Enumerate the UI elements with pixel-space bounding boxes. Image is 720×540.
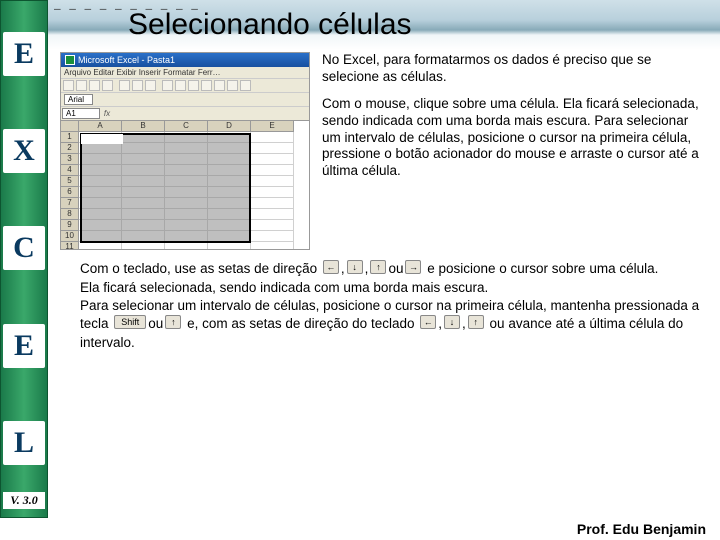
arrow-right-icon: → [405, 260, 421, 274]
row-header: 4 [61, 165, 79, 176]
tool-icon [175, 80, 186, 91]
arrow-keys-group-2: ←, ↓, ↑ [420, 315, 484, 333]
sidebar-letter-e2: E [3, 324, 45, 368]
ou-text: ou [148, 315, 163, 333]
excel-format-toolbar: Arial [61, 93, 309, 107]
tool-icon [227, 80, 238, 91]
shift-key-icon: Shift [114, 315, 146, 329]
footer-credit: Prof. Edu Benjamin [577, 521, 706, 537]
sidebar-letter-c: C [3, 226, 45, 270]
body-text-b: e posicione o cursor sobre uma célula. [427, 261, 658, 276]
sidebar-letter-l: L [3, 421, 45, 465]
fx-icon: fx [100, 109, 114, 118]
header: — — — — — — — — — — Selecionando células [48, 0, 720, 50]
body-paragraph: Com o teclado, use as setas de direção ←… [80, 260, 700, 352]
arrow-down-icon: ↓ [347, 260, 363, 274]
excel-namebox-row: A1 fx [61, 107, 309, 121]
col-header: D [208, 121, 251, 132]
excel-titlebar: Microsoft Excel - Pasta1 [61, 53, 309, 67]
row-header: 3 [61, 154, 79, 165]
version-label: V. 3.0 [3, 492, 45, 509]
tool-icon [119, 80, 130, 91]
row-header: 5 [61, 176, 79, 187]
tool-icon [89, 80, 100, 91]
excel-font-name: Arial [64, 94, 93, 105]
tool-icon [76, 80, 87, 91]
row-header: 9 [61, 220, 79, 231]
main-content: Microsoft Excel - Pasta1 Arquivo Editar … [60, 52, 710, 352]
row-header: 11 [61, 242, 79, 249]
page-title: Selecionando células [128, 8, 412, 42]
right-text-column: No Excel, para formatarmos os dados é pr… [322, 52, 710, 190]
sidebar-letter-e1: E [3, 32, 45, 76]
excel-title-text: Microsoft Excel - Pasta1 [78, 55, 175, 65]
col-header: C [165, 121, 208, 132]
tool-icon [201, 80, 212, 91]
excel-grid: A B C D E 1 2 3 4 5 6 7 8 9 10 11 [61, 121, 309, 249]
arrow-up-icon: ↑ [370, 260, 386, 274]
excel-logo-icon [65, 55, 75, 65]
body-text-e: e, com as setas de direção do teclado [187, 316, 414, 331]
sidebar-letters: E X C E L [1, 5, 47, 492]
arrow-left-icon: ← [323, 260, 339, 274]
ou-text: ou [388, 260, 403, 278]
row-header: 2 [61, 143, 79, 154]
col-header: B [122, 121, 165, 132]
tool-icon [162, 80, 173, 91]
body-text-a: Com o teclado, use as setas de direção [80, 261, 317, 276]
body-text-c: Ela ficará selecionada, sendo indicada c… [80, 280, 488, 295]
corner-cell [61, 121, 79, 132]
row-header: 10 [61, 231, 79, 242]
excel-selection-overlay [80, 133, 251, 243]
tool-icon [145, 80, 156, 91]
sidebar-letter-x: X [3, 129, 45, 173]
arrow-left-icon: ← [420, 315, 436, 329]
row-header: 1 [61, 132, 79, 143]
excel-namebox: A1 [62, 108, 100, 119]
tool-icon [132, 80, 143, 91]
arrow-keys-group: ←, ↓, ↑ ou → [323, 260, 422, 278]
tool-icon [214, 80, 225, 91]
row-header: 8 [61, 209, 79, 220]
tool-icon [188, 80, 199, 91]
tool-icon [240, 80, 251, 91]
tool-icon [63, 80, 74, 91]
row-top: Microsoft Excel - Pasta1 Arquivo Editar … [60, 52, 710, 250]
excel-menubar: Arquivo Editar Exibir Inserir Formatar F… [61, 67, 309, 79]
col-header: E [251, 121, 294, 132]
arrow-up-icon: ↑ [165, 315, 181, 329]
arrow-down-icon: ↓ [444, 315, 460, 329]
sidebar: E X C E L V. 3.0 [0, 0, 48, 518]
paragraph-intro: No Excel, para formatarmos os dados é pr… [322, 52, 710, 86]
excel-toolbar [61, 79, 309, 93]
col-header: A [79, 121, 122, 132]
tool-icon [102, 80, 113, 91]
excel-screenshot: Microsoft Excel - Pasta1 Arquivo Editar … [60, 52, 310, 250]
row-header: 6 [61, 187, 79, 198]
row-header: 7 [61, 198, 79, 209]
shift-key-group: Shift ou ↑ [114, 315, 181, 333]
paragraph-mouse: Com o mouse, clique sobre uma célula. El… [322, 96, 710, 180]
arrow-up-icon: ↑ [468, 315, 484, 329]
